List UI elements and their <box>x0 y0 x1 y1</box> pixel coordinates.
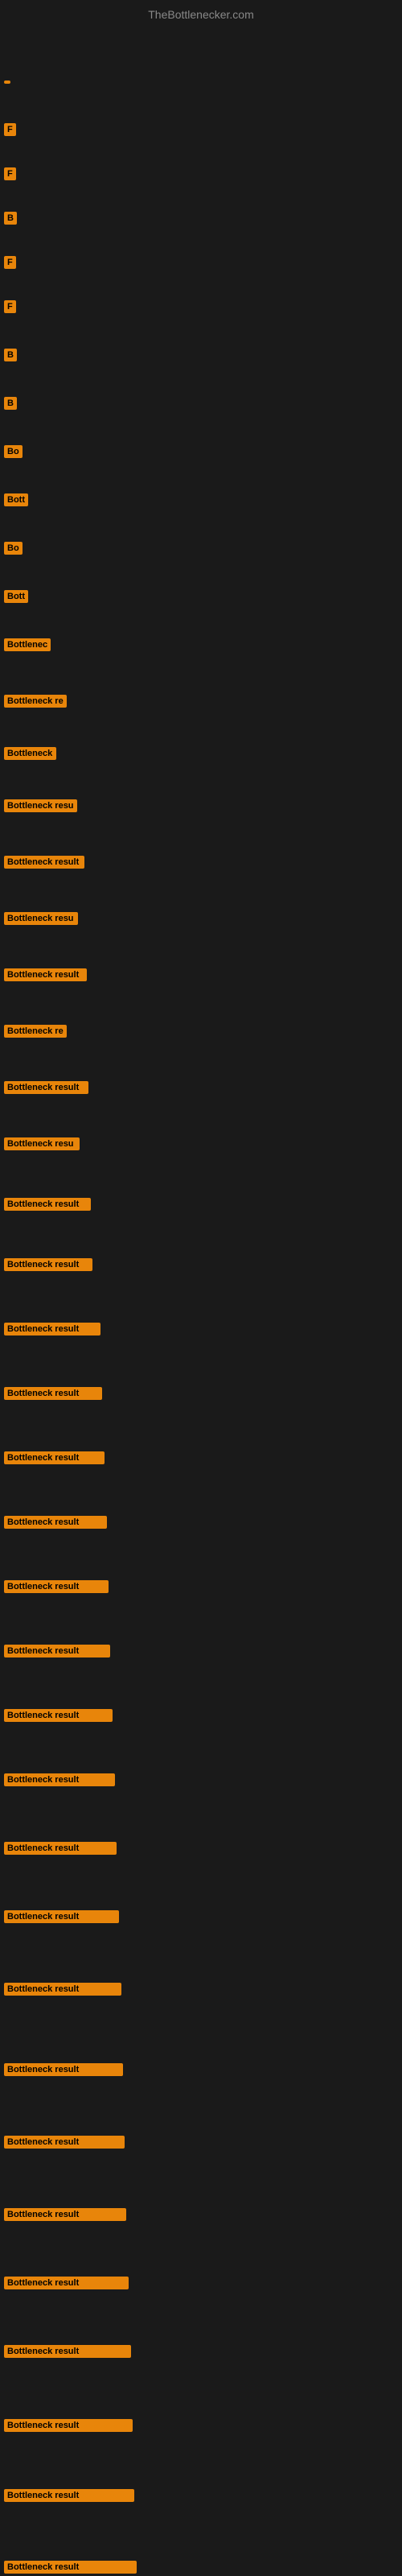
bar-label: Bottleneck result <box>4 1258 92 1271</box>
bar-row: F <box>4 122 16 136</box>
bar-label: Bottleneck result <box>4 1645 110 1657</box>
bar-row: Bottleneck re <box>4 1023 67 1038</box>
bar-row: Bottleneck result <box>4 1196 91 1211</box>
bar-row: Bottleneck result <box>4 2343 131 2358</box>
bar-row: B <box>4 210 17 225</box>
bar-label: Bottleneck result <box>4 968 87 981</box>
bar-row: Bottleneck result <box>4 1321 100 1335</box>
bar-label: Bottleneck re <box>4 1025 67 1038</box>
bar-label: Bottleneck resu <box>4 912 78 925</box>
bar-label: F <box>4 123 16 136</box>
bar-row: Bo <box>4 444 23 458</box>
bar-label: F <box>4 256 16 269</box>
bar-row: Bottleneck result <box>4 854 84 869</box>
bar-row: Bottleneck result <box>4 2559 137 2574</box>
bar-label: Bottleneck result <box>4 2345 131 2358</box>
bar-row: Bottleneck result <box>4 1707 113 1722</box>
bar-label: Bott <box>4 493 28 506</box>
bar-label: Bottleneck resu <box>4 1137 80 1150</box>
bar-row: Bottleneck result <box>4 1772 115 1786</box>
bar-row: Bottleneck result <box>4 1579 109 1593</box>
bar-label: Bottleneck result <box>4 856 84 869</box>
bar-label: Bottleneck <box>4 747 56 760</box>
chart-area: F F B F F B B Bo Bott Bo Bott Bottlenec Bottleneck r… <box>0 25 402 1941</box>
bar-label: Bo <box>4 445 23 458</box>
bar-label: B <box>4 349 17 361</box>
bar-label: Bottleneck result <box>4 1910 119 1923</box>
bar-row: Bottleneck result <box>4 1257 92 1271</box>
bar-label: Bottleneck result <box>4 1081 88 1094</box>
bar-label: Bottleneck result <box>4 1387 102 1400</box>
bar-row: Bottleneck result <box>4 2062 123 2076</box>
bar-label: B <box>4 397 17 410</box>
bar-row: Bottleneck resu <box>4 910 78 925</box>
bar-label: F <box>4 167 16 180</box>
bar-label: B <box>4 212 17 225</box>
bar-label: Bottleneck re <box>4 695 67 708</box>
bar-row: Bottleneck result <box>4 1385 102 1400</box>
bar-row: B <box>4 395 17 410</box>
bar-label: Bottleneck result <box>4 2561 137 2574</box>
bar-row: Bottleneck re <box>4 693 67 708</box>
bar-row: Bottleneck result <box>4 1840 117 1855</box>
bar-row: Bottleneck result <box>4 1514 107 1529</box>
bar-label: Bottleneck result <box>4 2208 126 2221</box>
bar-row: Bott <box>4 588 28 603</box>
bar-row: Bottleneck resu <box>4 1136 80 1150</box>
bar-label: Bottleneck resu <box>4 799 77 812</box>
bar-label: Bottleneck result <box>4 2277 129 2289</box>
bar-label: Bottleneck result <box>4 2063 123 2076</box>
bar-label: Bottleneck result <box>4 1983 121 1996</box>
bar-row: Bottleneck result <box>4 2417 133 2432</box>
bar-row: Bottleneck result <box>4 2487 134 2502</box>
bar-row: F <box>4 166 16 180</box>
bar-row: Bo <box>4 540 23 555</box>
bar-label: Bottleneck result <box>4 1842 117 1855</box>
bar-row: Bottleneck result <box>4 1981 121 1996</box>
bar-label: Bottleneck result <box>4 2419 133 2432</box>
bar-label: Bottleneck result <box>4 1516 107 1529</box>
bar-label <box>4 80 10 84</box>
bar-row: Bottleneck result <box>4 967 87 981</box>
bar-row: Bottleneck result <box>4 1909 119 1923</box>
bar-row <box>4 73 10 88</box>
bar-row: Bottleneck <box>4 745 56 760</box>
bar-label: Bottleneck result <box>4 1198 91 1211</box>
bar-row: Bott <box>4 492 28 506</box>
bar-row: Bottleneck result <box>4 2134 125 2149</box>
bar-label: Bottleneck result <box>4 1580 109 1593</box>
site-title: TheBottlenecker.com <box>0 0 402 25</box>
bar-label: Bo <box>4 542 23 555</box>
bar-row: Bottlenec <box>4 637 51 651</box>
bar-row: B <box>4 347 17 361</box>
bar-row: Bottleneck result <box>4 1450 105 1464</box>
bar-row: Bottleneck result <box>4 2207 126 2221</box>
bar-label: F <box>4 300 16 313</box>
bar-row: Bottleneck resu <box>4 798 77 812</box>
bar-label: Bottleneck result <box>4 2489 134 2502</box>
bar-label: Bott <box>4 590 28 603</box>
bar-row: Bottleneck result <box>4 1080 88 1094</box>
bar-label: Bottleneck result <box>4 1323 100 1335</box>
bar-label: Bottleneck result <box>4 1709 113 1722</box>
bar-row: F <box>4 299 16 313</box>
bar-row: F <box>4 254 16 269</box>
bar-label: Bottlenec <box>4 638 51 651</box>
bar-row: Bottleneck result <box>4 1643 110 1657</box>
bar-label: Bottleneck result <box>4 2136 125 2149</box>
bar-label: Bottleneck result <box>4 1773 115 1786</box>
bar-label: Bottleneck result <box>4 1451 105 1464</box>
bar-row: Bottleneck result <box>4 2275 129 2289</box>
